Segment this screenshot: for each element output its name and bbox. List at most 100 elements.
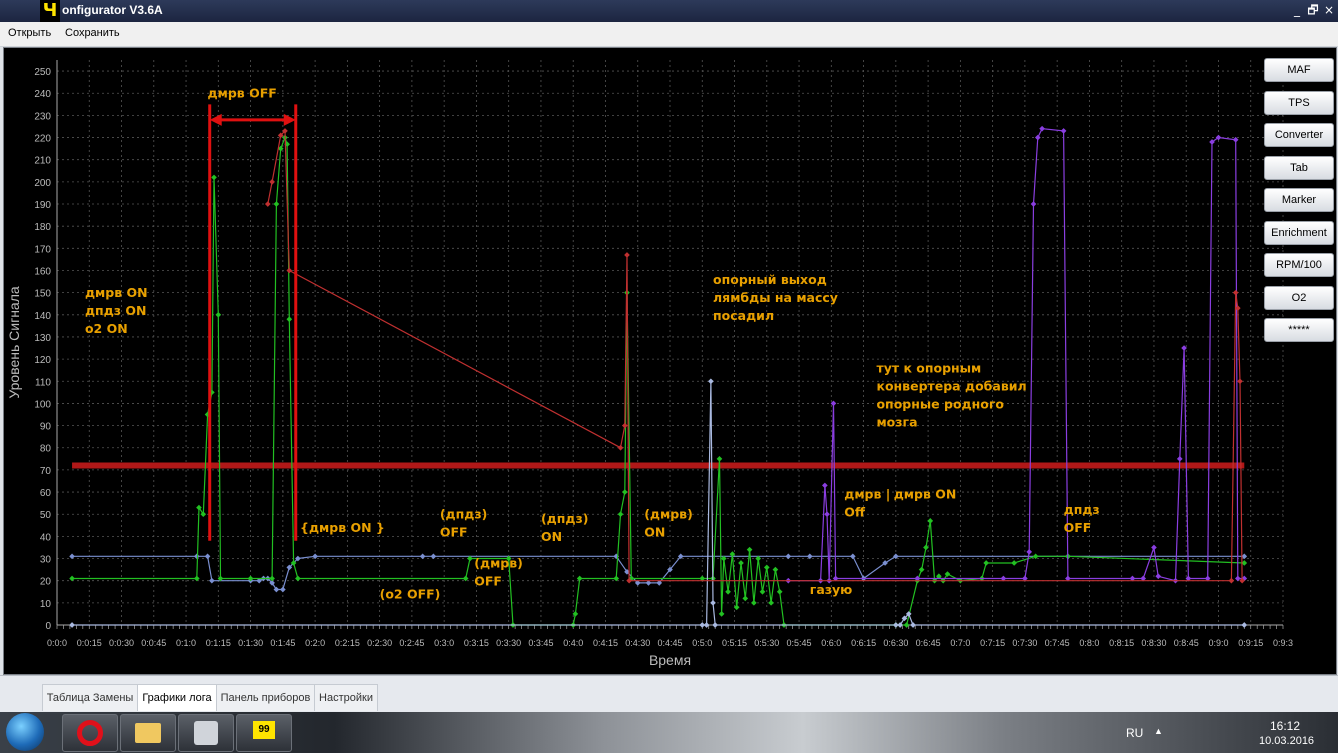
series-point-green xyxy=(295,575,301,582)
series-point-blue xyxy=(69,553,75,560)
annotation-line: OFF xyxy=(474,573,502,588)
series-point-green xyxy=(69,575,75,582)
series-point-purple xyxy=(1176,455,1183,462)
series-point-green xyxy=(944,571,951,577)
chart-annotation: (о2 OFF) xyxy=(380,586,441,601)
series-point-blue xyxy=(204,553,211,560)
series-point-red xyxy=(1237,378,1243,385)
series-point-green xyxy=(751,600,757,606)
series-point-green xyxy=(716,455,723,462)
series-point-green xyxy=(772,566,779,573)
opera-icon xyxy=(77,720,103,746)
series-point-red xyxy=(624,252,630,258)
tab-3[interactable]: Настройки xyxy=(314,684,378,711)
tab-2[interactable]: Панель приборов xyxy=(216,684,315,711)
x-tick-label: 0:0:30 xyxy=(109,638,134,648)
x-tick-label: 0:4:15 xyxy=(593,638,618,648)
chart-annotation: (дмрв) ON xyxy=(644,507,693,540)
annotation-line: тут к опорным xyxy=(876,360,981,375)
x-tick-label: 0:4:30 xyxy=(625,638,650,648)
annotation-line: (о2 OFF) xyxy=(380,586,441,601)
chart-annotation: дмрв ON дпдз ON о2 ON xyxy=(85,285,148,336)
y-axis-label: Уровень Сигнала xyxy=(6,286,22,399)
title-bar: Ч onfigurator V3.6A _ 🗗 × xyxy=(0,0,1338,22)
series-point-blue xyxy=(273,586,280,593)
tray-expand-icon[interactable]: ▲ xyxy=(1154,726,1163,736)
language-indicator[interactable]: RU xyxy=(1126,726,1143,740)
x-tick-label: 0:3:0 xyxy=(434,638,454,648)
taskbar-configurator[interactable]: 99 xyxy=(236,714,292,752)
y-tick-label: 170 xyxy=(34,244,51,255)
series-point-blue xyxy=(849,553,856,560)
annotation-line: дмрв ON xyxy=(894,487,957,502)
side-button-maf[interactable]: MAF xyxy=(1264,58,1334,82)
x-tick-label: 0:5:15 xyxy=(722,638,747,648)
tab-0[interactable]: Таблица Замены xyxy=(42,684,138,711)
y-tick-label: 130 xyxy=(34,333,51,344)
start-button[interactable] xyxy=(6,713,44,751)
menu-open[interactable]: Открыть xyxy=(8,27,51,39)
x-tick-label: 0:8:15 xyxy=(1109,638,1134,648)
x-tick-label: 0:7:15 xyxy=(980,638,1005,648)
x-tick-label: 0:3:15 xyxy=(464,638,489,648)
x-tick-label: 0:0:0 xyxy=(47,638,67,648)
side-button-tps[interactable]: TPS xyxy=(1264,90,1334,115)
side-button-converter[interactable]: Converter xyxy=(1264,123,1334,147)
series-point-green xyxy=(211,174,217,181)
series-point-green xyxy=(763,564,770,571)
x-tick-label: 0:0:45 xyxy=(141,638,166,648)
annotation-line: мозга xyxy=(876,414,917,429)
side-button-tab[interactable]: Tab xyxy=(1264,155,1334,180)
series-point-green xyxy=(983,560,990,566)
series-point-green xyxy=(622,489,628,495)
series-point-green xyxy=(200,511,207,518)
side-button-enrichment[interactable]: Enrichment xyxy=(1264,220,1334,245)
taskbar-explorer[interactable] xyxy=(120,714,176,752)
x-tick-label: 0:1:0 xyxy=(176,638,196,648)
clock-date[interactable]: 10.03.2016 xyxy=(1259,735,1314,747)
x-tick-label: 0:4:45 xyxy=(657,638,682,648)
series-point-purple xyxy=(1060,128,1067,134)
series-point-blue xyxy=(419,553,426,560)
x-tick-label: 0:2:30 xyxy=(367,638,392,648)
series-point-red xyxy=(269,179,275,185)
y-tick-label: 20 xyxy=(40,577,52,588)
side-button-more[interactable]: ***** xyxy=(1264,318,1334,342)
series-point-purple xyxy=(1034,134,1041,141)
series-point-green xyxy=(617,511,624,518)
series-point-purple xyxy=(1155,573,1162,580)
series-point-blue xyxy=(430,553,437,560)
y-tick-label: 190 xyxy=(34,200,51,211)
x-tick-label: 0:6:45 xyxy=(916,638,941,648)
tab-1[interactable]: Графики лога xyxy=(137,684,217,711)
x-tick-label: 0:9:3 xyxy=(1273,638,1293,648)
series-point-green xyxy=(742,595,749,602)
series-point-green xyxy=(746,546,753,553)
chart-panel: 0 10 20 30 40 50 60 70 80 90 100 110 120 130 140 150 160… xyxy=(3,47,1337,675)
series-point-lightblue xyxy=(708,378,714,385)
series-point-red xyxy=(1228,577,1235,584)
tool-icon xyxy=(194,721,218,745)
clock-time[interactable]: 16:12 xyxy=(1270,719,1300,733)
chart-annotation: (дпдз) ON xyxy=(541,511,589,544)
series-point-red xyxy=(264,201,271,207)
series-point-green xyxy=(215,311,222,318)
side-button-o2[interactable]: O2 xyxy=(1264,285,1334,310)
menu-save[interactable]: Сохранить xyxy=(65,27,120,39)
taskbar-tool[interactable] xyxy=(178,714,234,752)
chart-annotation: дпдз OFF xyxy=(1064,502,1100,535)
x-tick-label: 0:5:30 xyxy=(754,638,779,648)
close-button[interactable]: × xyxy=(1320,2,1338,18)
side-button-rpm100[interactable]: RPM/100 xyxy=(1264,253,1334,277)
series-point-red xyxy=(286,267,293,274)
series-point-red xyxy=(1232,289,1239,296)
y-tick-label: 250 xyxy=(34,67,51,78)
taskbar-opera[interactable] xyxy=(62,714,118,752)
log-chart: 0 10 20 30 40 50 60 70 80 90 100 110 120 130 140 150 160… xyxy=(6,60,1293,668)
series-point-blue xyxy=(280,586,286,593)
annotation-line: (дпдз) xyxy=(440,507,488,522)
series-point-green xyxy=(738,560,744,566)
side-button-marker[interactable]: Marker xyxy=(1264,188,1334,212)
annotation-line: газую xyxy=(810,582,853,597)
annotation-line: о2 ON xyxy=(85,321,128,336)
